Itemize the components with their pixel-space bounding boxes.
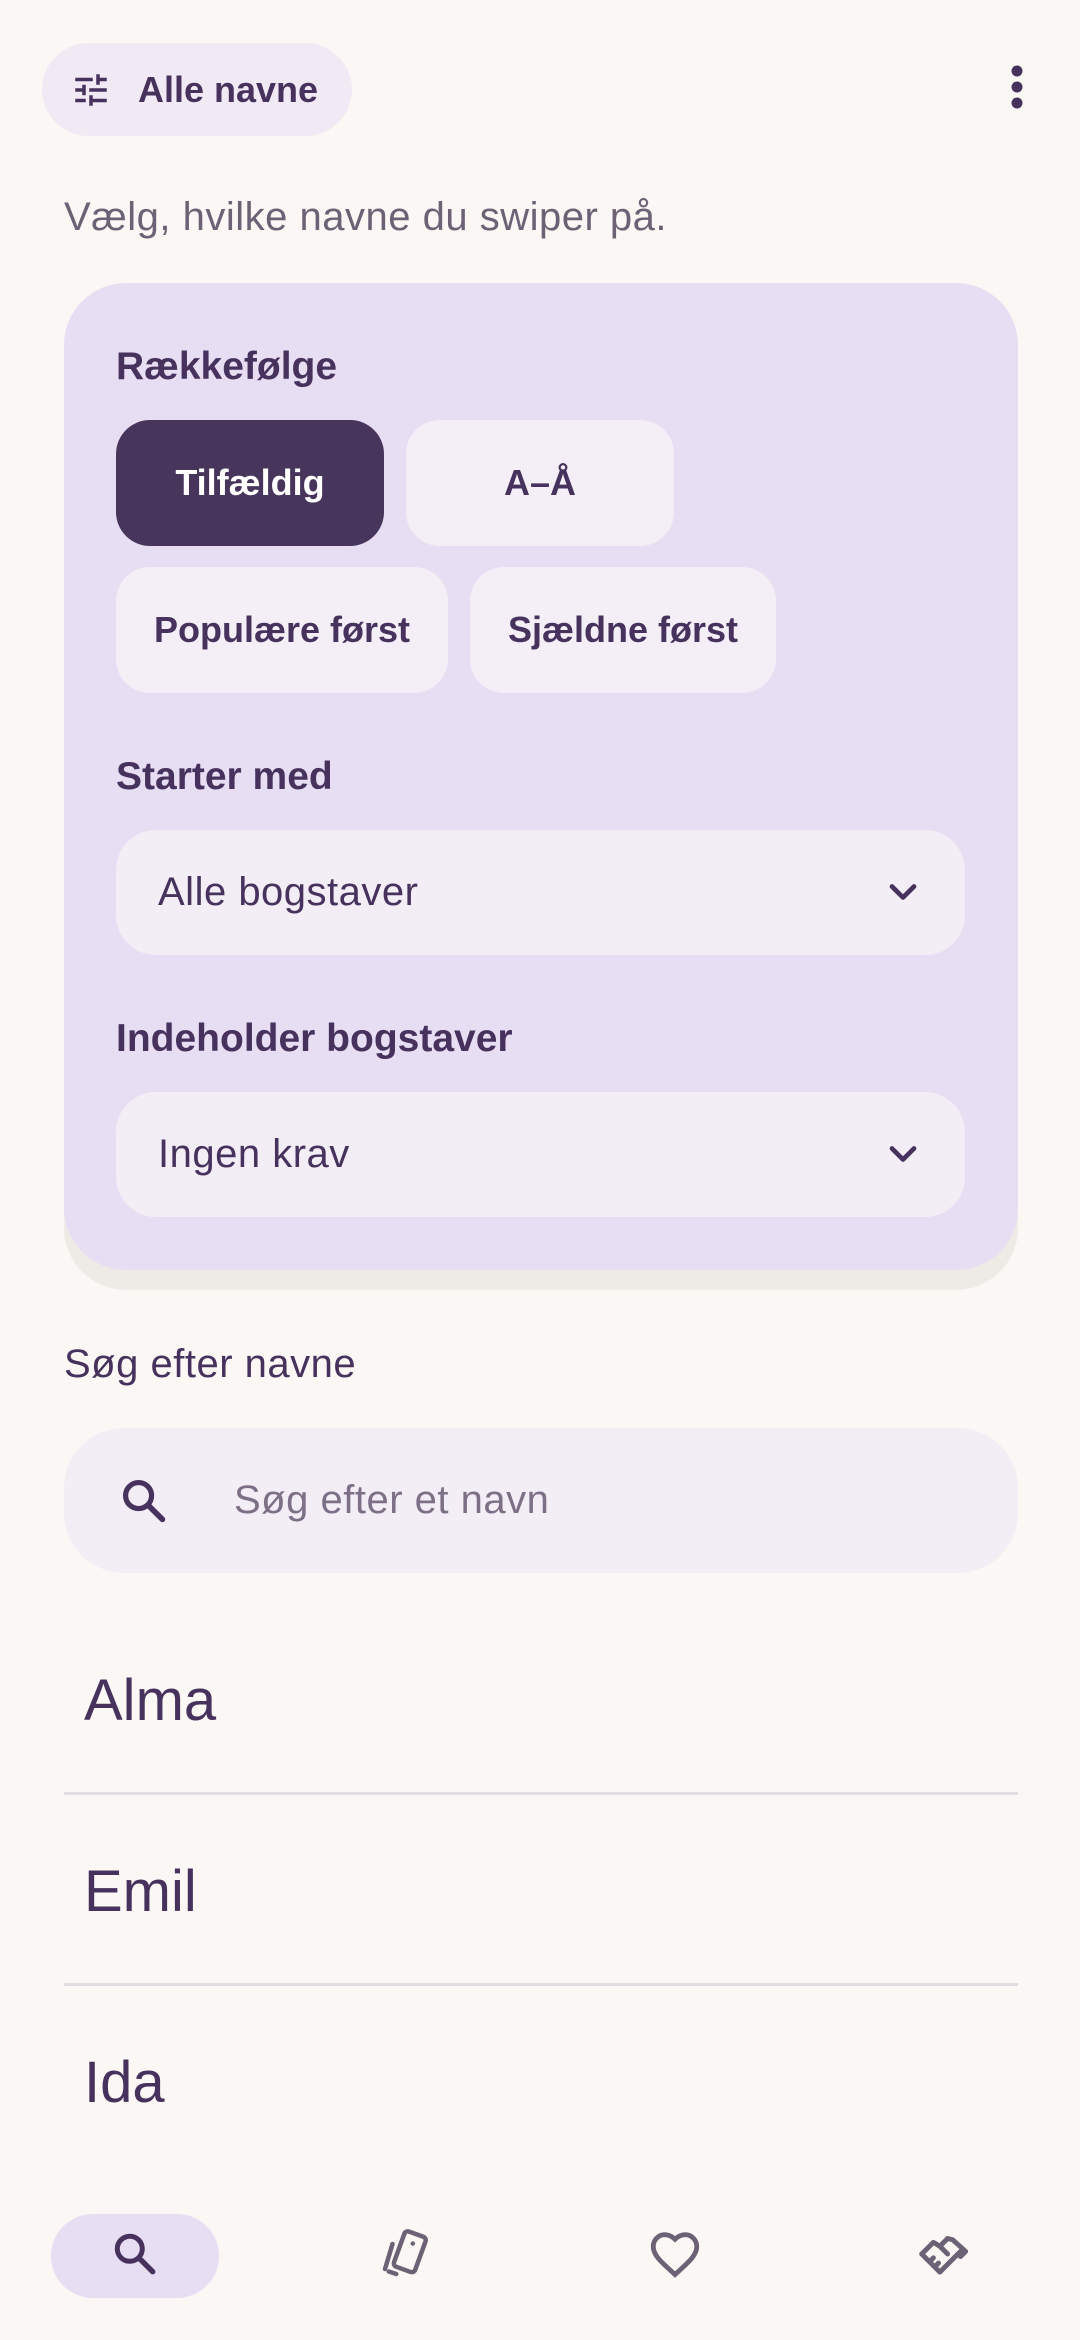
- starts-with-label: Starter med: [116, 755, 333, 798]
- order-option-rare-first[interactable]: Sjældne først: [470, 567, 776, 693]
- list-item-name: Emil: [84, 1859, 197, 1924]
- filter-chip-label: Alle navne: [138, 68, 319, 110]
- search-input[interactable]: [232, 1458, 972, 1542]
- chevron-down-icon: [881, 870, 925, 914]
- list-item-name: Alma: [84, 1668, 217, 1733]
- contains-letters-value: Ingen krav: [158, 1132, 350, 1176]
- page-subtitle: Vælg, hvilke navne du swiper på.: [64, 195, 667, 239]
- chevron-down-icon: [881, 1132, 925, 1176]
- filter-chip[interactable]: Alle navne: [42, 43, 352, 136]
- nav-favorites[interactable]: [610, 2214, 740, 2298]
- search-box[interactable]: [64, 1428, 1018, 1573]
- top-bar: Alle navne: [0, 0, 1080, 170]
- nav-swipe[interactable]: [340, 2214, 470, 2298]
- search-icon: [118, 1475, 170, 1527]
- contains-letters-label: Indeholder bogstaver: [116, 1017, 513, 1060]
- order-option-popular-first[interactable]: Populære først: [116, 567, 448, 693]
- nav-matches[interactable]: [880, 2214, 1010, 2298]
- search-section-title: Søg efter navne: [64, 1342, 357, 1386]
- tune-icon: [70, 69, 112, 111]
- list-item[interactable]: Emil: [64, 1796, 1018, 1986]
- contains-letters-dropdown[interactable]: Ingen krav: [116, 1092, 965, 1217]
- order-option-alphabetical[interactable]: A–Å: [406, 420, 674, 546]
- nav-search[interactable]: [51, 2214, 219, 2298]
- bottom-navigation: [0, 2190, 1080, 2340]
- heart-icon: [646, 2225, 704, 2288]
- order-label: Rækkefølge: [116, 345, 338, 388]
- more-vert-icon: [1010, 65, 1024, 114]
- order-option-random[interactable]: Tilfældig: [116, 420, 384, 546]
- search-icon: [110, 2229, 160, 2284]
- list-item-name: Ida: [84, 2050, 165, 2115]
- swipe-cards-icon: [375, 2224, 435, 2289]
- filter-card: Rækkefølge Tilfældig A–Å Populære først …: [64, 283, 1018, 1270]
- list-item[interactable]: Ida: [64, 1987, 1018, 2177]
- handshake-icon: [914, 2223, 976, 2290]
- starts-with-dropdown[interactable]: Alle bogstaver: [116, 830, 965, 955]
- more-options-button[interactable]: [990, 58, 1044, 120]
- list-item[interactable]: Alma: [64, 1605, 1018, 1795]
- starts-with-value: Alle bogstaver: [158, 870, 419, 914]
